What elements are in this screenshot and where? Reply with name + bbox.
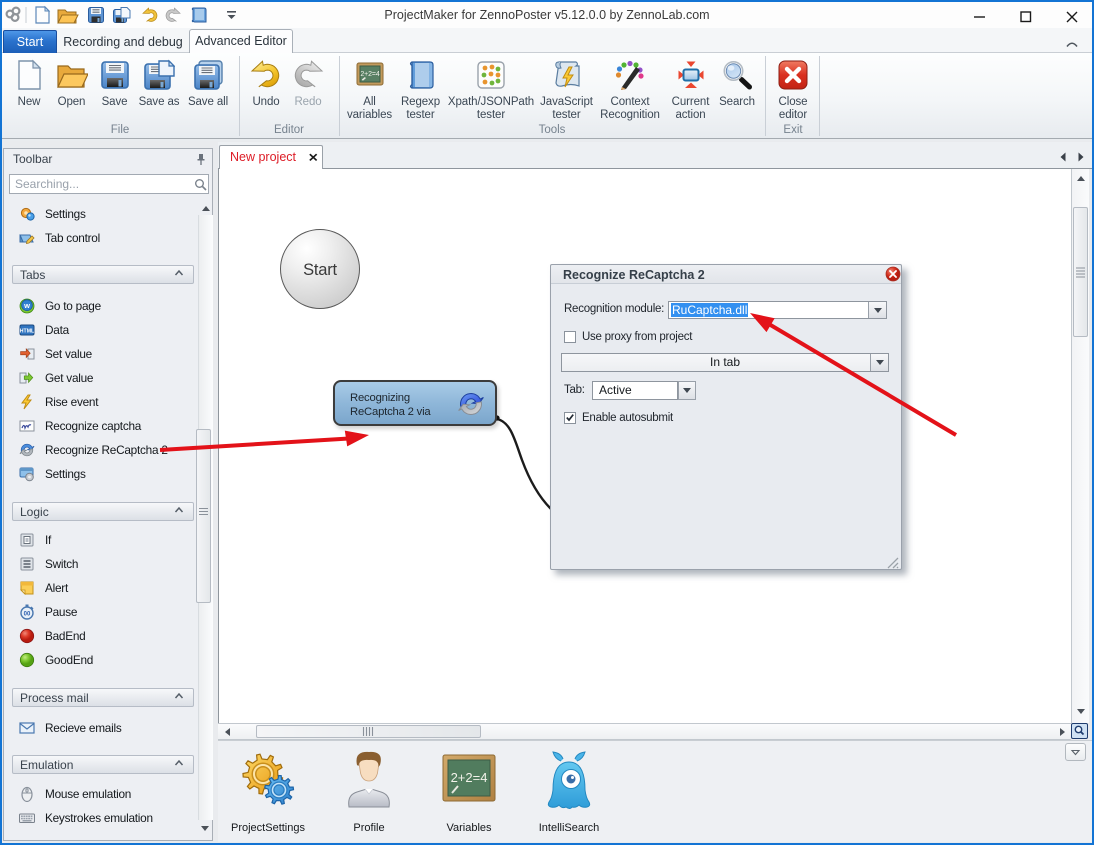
svg-text:2+2=4: 2+2=4 (360, 71, 380, 78)
svg-text:w: w (23, 301, 30, 310)
svg-text:2+2=4: 2+2=4 (451, 770, 488, 785)
svg-text:00: 00 (24, 612, 31, 618)
svg-text:HTML: HTML (20, 329, 35, 335)
